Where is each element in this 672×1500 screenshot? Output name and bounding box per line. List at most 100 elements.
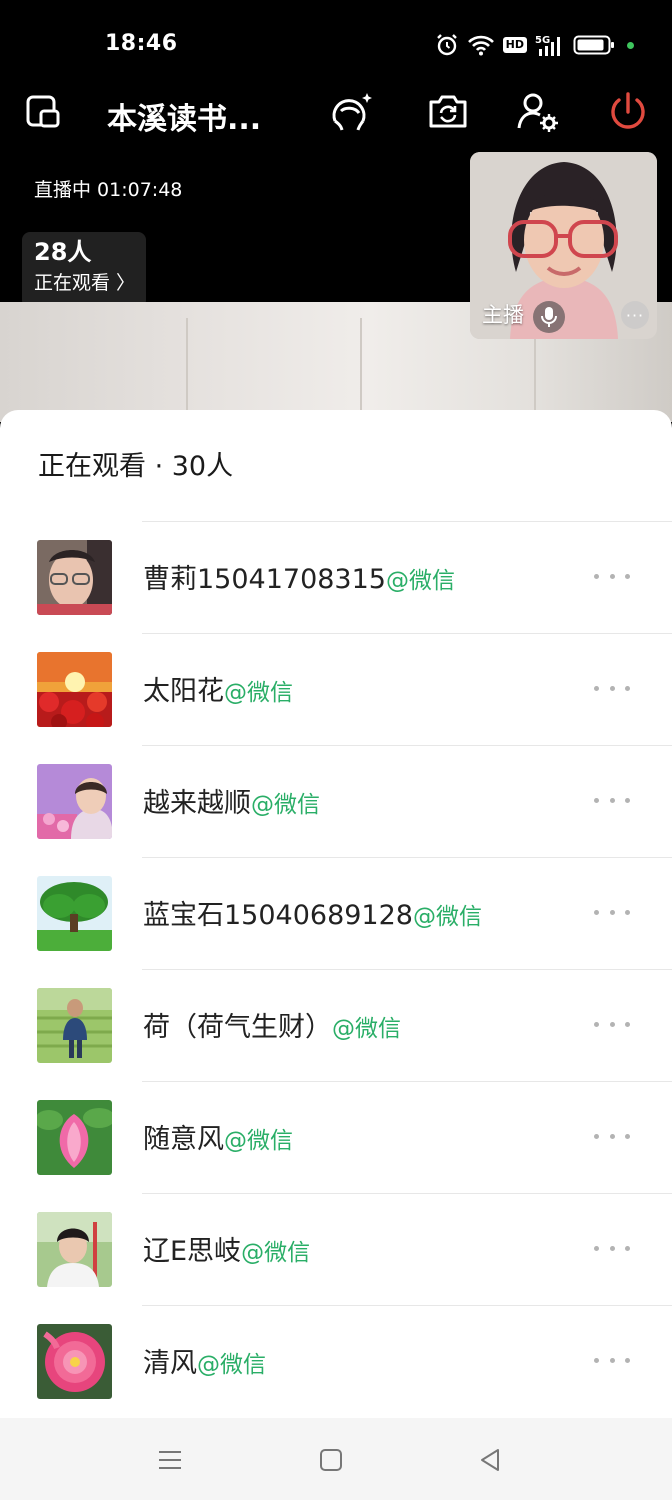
- host-video-pip[interactable]: 主播 ···: [470, 152, 657, 339]
- row-divider: [142, 745, 672, 746]
- home-square-icon: [320, 1449, 342, 1471]
- row-divider: [142, 1305, 672, 1306]
- minimize-window-icon: [26, 95, 60, 128]
- viewer-name-label: 辽E思岐@微信: [143, 1229, 310, 1268]
- viewer-name-label: 越来越顺@微信: [143, 781, 320, 820]
- viewer-source-tag: @微信: [224, 1128, 293, 1154]
- more-options-icon[interactable]: [594, 673, 630, 703]
- nav-home-button[interactable]: [313, 1442, 349, 1478]
- viewer-name: 随意风: [143, 1124, 224, 1155]
- more-options-icon[interactable]: [594, 1009, 630, 1039]
- flip-camera-icon: [429, 95, 467, 128]
- viewer-row[interactable]: 曹莉15041708315@微信: [0, 521, 672, 633]
- live-status-text: 直播中 01:07:48: [34, 179, 183, 201]
- viewer-name: 清风: [143, 1348, 197, 1379]
- viewer-avatar[interactable]: [37, 1324, 112, 1399]
- viewer-avatar[interactable]: [37, 1100, 112, 1175]
- host-label: 主播: [482, 303, 524, 327]
- battery-icon: [573, 35, 614, 55]
- status-time: 18:46: [105, 31, 178, 56]
- avatar-image: [37, 876, 112, 951]
- status-icons: HD 5G: [435, 30, 634, 60]
- row-divider: [142, 521, 672, 522]
- viewer-source-tag: @微信: [332, 1016, 401, 1042]
- viewer-name-label: 随意风@微信: [143, 1117, 293, 1156]
- viewer-avatar[interactable]: [37, 764, 112, 839]
- menu-icon: [159, 1451, 181, 1469]
- viewer-name: 越来越顺: [143, 788, 251, 819]
- nav-back-button[interactable]: [472, 1442, 508, 1478]
- avatar-image: [37, 652, 112, 727]
- svg-text:5G: 5G: [535, 35, 550, 46]
- more-options-icon[interactable]: [594, 1233, 630, 1263]
- host-more-icon[interactable]: ···: [621, 301, 649, 329]
- viewer-source-tag: @微信: [385, 568, 455, 594]
- avatar-image: [37, 540, 112, 615]
- viewer-source-tag: @微信: [251, 792, 320, 818]
- viewer-source-tag: @微信: [412, 904, 482, 930]
- more-options-icon[interactable]: [594, 785, 630, 815]
- more-options-icon[interactable]: [594, 1345, 630, 1375]
- status-bar: 18:46 HD 5G: [0, 0, 672, 84]
- more-options-icon[interactable]: [594, 1121, 630, 1151]
- user-settings-button[interactable]: [514, 88, 562, 136]
- viewer-list: 曹莉15041708315@微信 太阳花@微信 越来越顺@微信 蓝宝石15040689…: [0, 521, 672, 1417]
- video-panel-edge: [360, 318, 362, 422]
- hd-badge: HD: [502, 37, 527, 53]
- microphone-icon: [541, 307, 557, 327]
- battery-dot: [627, 41, 634, 49]
- viewer-avatar[interactable]: [37, 540, 112, 615]
- row-divider: [142, 1193, 672, 1194]
- viewer-name: 辽E思岐: [143, 1236, 242, 1267]
- viewer-name: 荷（荷气生财）: [143, 1012, 332, 1043]
- viewer-row[interactable]: 太阳花@微信: [0, 633, 672, 745]
- beauty-face-icon: [332, 93, 372, 131]
- room-title: 本溪读书...: [107, 102, 262, 137]
- row-divider: [142, 969, 672, 970]
- row-divider: [142, 1081, 672, 1082]
- viewer-row[interactable]: 清风@微信: [0, 1305, 672, 1417]
- viewer-avatar[interactable]: [37, 652, 112, 727]
- avatar-image: [37, 1324, 112, 1399]
- video-panel-edge: [186, 318, 188, 422]
- viewer-name: 太阳花: [143, 676, 224, 707]
- viewer-name-label: 太阳花@微信: [143, 669, 293, 708]
- viewer-summary[interactable]: 28人 正在观看 〉: [22, 232, 146, 308]
- host-mic-icon[interactable]: [533, 301, 565, 333]
- more-options-icon[interactable]: [594, 897, 630, 927]
- viewer-list-sheet: 正在观看 · 30人 曹莉15041708315@微信 太阳花@微信 越来越顺@微信…: [0, 410, 672, 1418]
- system-nav-bar: [0, 1418, 672, 1500]
- power-icon: [611, 92, 645, 129]
- signal-5g-icon: 5G: [535, 35, 560, 56]
- minimize-button[interactable]: [20, 88, 68, 136]
- viewer-name: 曹莉15041708315: [143, 564, 386, 595]
- viewer-avatar[interactable]: [37, 876, 112, 951]
- viewer-avatar[interactable]: [37, 988, 112, 1063]
- row-divider: [142, 633, 672, 634]
- end-live-button[interactable]: [604, 88, 652, 136]
- live-toolbar: 本溪读书...: [0, 84, 672, 140]
- viewer-list-link[interactable]: 正在观看 〉: [34, 268, 135, 295]
- user-settings-icon: [517, 93, 558, 132]
- flip-camera-button[interactable]: [424, 88, 472, 136]
- viewer-row[interactable]: 随意风@微信: [0, 1081, 672, 1193]
- viewer-row[interactable]: 荷（荷气生财）@微信: [0, 969, 672, 1081]
- row-divider: [142, 857, 672, 858]
- avatar-image: [37, 1100, 112, 1175]
- viewer-source-tag: @微信: [224, 680, 293, 706]
- avatar-image: [37, 764, 112, 839]
- wifi-icon: [467, 35, 494, 56]
- viewer-avatar[interactable]: [37, 1212, 112, 1287]
- viewer-name: 蓝宝石15040689128: [143, 900, 413, 931]
- viewer-name-label: 荷（荷气生财）@微信: [143, 1005, 401, 1044]
- beauty-button[interactable]: [326, 88, 374, 136]
- viewer-row[interactable]: 辽E思岐@微信: [0, 1193, 672, 1305]
- alarm-icon: [436, 34, 457, 56]
- viewer-row[interactable]: 蓝宝石15040689128@微信: [0, 857, 672, 969]
- more-options-icon[interactable]: [594, 561, 630, 591]
- sheet-title: 正在观看 · 30人: [38, 451, 234, 482]
- viewer-row[interactable]: 越来越顺@微信: [0, 745, 672, 857]
- back-triangle-icon: [481, 1449, 499, 1471]
- viewer-count: 28人: [34, 238, 92, 266]
- nav-menu-button[interactable]: [152, 1442, 188, 1478]
